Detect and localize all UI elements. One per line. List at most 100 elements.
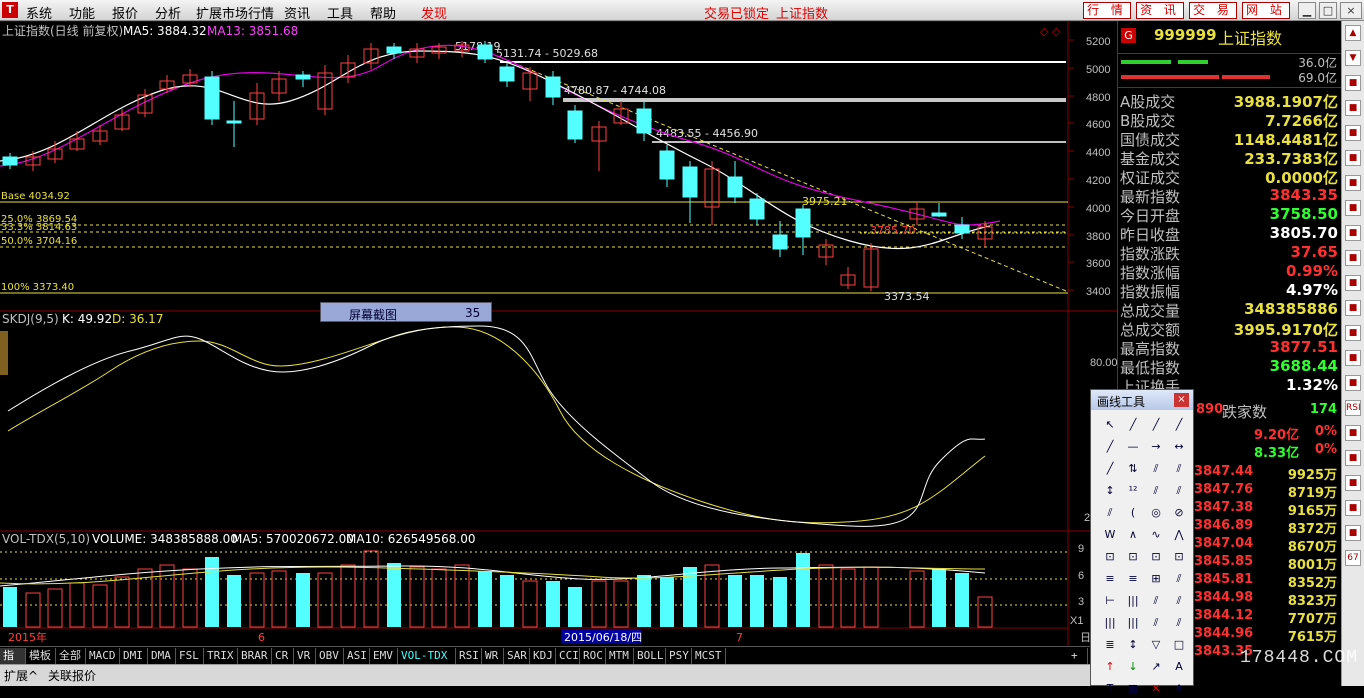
text-icon[interactable]: A xyxy=(1170,658,1188,676)
time-icon[interactable]: ||| xyxy=(1101,614,1119,632)
side-tool-icon[interactable]: ■ xyxy=(1345,525,1361,541)
speed-icon[interactable]: ⫽ xyxy=(1170,460,1188,478)
side-tool-icon[interactable]: ■ xyxy=(1345,125,1361,141)
news-button[interactable]: 资 讯 xyxy=(1136,2,1184,19)
bars-icon[interactable]: ||| xyxy=(1124,592,1142,610)
menu-info[interactable]: 资讯 xyxy=(284,3,310,22)
grid-icon[interactable]: ⊞ xyxy=(1147,570,1165,588)
tab-wr[interactable]: WR xyxy=(482,648,504,664)
circle-icon[interactable]: ◎ xyxy=(1147,504,1165,522)
tab-vr[interactable]: VR xyxy=(294,648,316,664)
parallel-icon[interactable]: ⇅ xyxy=(1124,460,1142,478)
levels-icon[interactable]: ≣ xyxy=(1101,636,1119,654)
tab-boll[interactable]: BOLL xyxy=(634,648,666,664)
tab-trix[interactable]: TRIX xyxy=(204,648,238,664)
extend-icon[interactable]: ↔ xyxy=(1170,438,1188,456)
side-tool-icon[interactable]: ■ xyxy=(1345,225,1361,241)
chart-option-icons[interactable]: ◇ ◇ xyxy=(1040,25,1061,38)
range-icon[interactable]: ↕ xyxy=(1124,636,1142,654)
trend-icon[interactable]: ╱ xyxy=(1101,438,1119,456)
tab-sar[interactable]: SAR xyxy=(504,648,530,664)
tab-roc[interactable]: ROC xyxy=(580,648,606,664)
side-tool-icon[interactable]: ■ xyxy=(1345,375,1361,391)
delete-icon[interactable]: ✕ xyxy=(1147,680,1165,698)
maximize-icon[interactable]: □ xyxy=(1319,2,1337,19)
side-tool-icon[interactable]: ■ xyxy=(1345,175,1361,191)
regression-icon[interactable]: ⫽ xyxy=(1170,592,1188,610)
vline-icon[interactable]: ↕ xyxy=(1101,482,1119,500)
tab-obv[interactable]: OBV xyxy=(316,648,344,664)
menu-analysis[interactable]: 分析 xyxy=(155,3,181,22)
tab-vol-tdx[interactable]: VOL-TDX xyxy=(398,648,456,664)
menu-help[interactable]: 帮助 xyxy=(370,3,396,22)
fan-icon[interactable]: ⫽ xyxy=(1147,460,1165,478)
tab-fsl[interactable]: FSL xyxy=(176,648,204,664)
tab-rsi[interactable]: RSI xyxy=(456,648,482,664)
count-icon[interactable]: ¹² xyxy=(1124,482,1142,500)
down-arrow-icon[interactable]: ↓ xyxy=(1124,658,1142,676)
side-tool-icon[interactable]: ■ xyxy=(1345,450,1361,466)
label-icon[interactable]: T xyxy=(1101,680,1119,698)
side-tool-icon[interactable]: ■ xyxy=(1345,425,1361,441)
wave-icon[interactable]: W xyxy=(1101,526,1119,544)
trade-button[interactable]: 交 易 xyxy=(1189,2,1237,19)
draw-tool-window[interactable]: 画线工具 × ↖ ╱ ╱ ╱ ╱ — → ↔ ╱ ⇅ ⫽ ⫽ ↕ ¹² ⫽ ⫽ ⫽(◎ ⊘ W ∧ ∿ ⋀ ⊡ ⊡ ⊡ ⊡ ≡ ≡ ⊞ ⫽… xyxy=(1090,389,1194,695)
tab-emv[interactable]: EMV xyxy=(370,648,398,664)
tab-模板[interactable]: 模板 xyxy=(26,648,56,664)
side-tool-icon[interactable]: ■ xyxy=(1345,475,1361,491)
period-icon[interactable]: ⊢ xyxy=(1101,592,1119,610)
side-tool-icon[interactable]: ■ xyxy=(1345,500,1361,516)
ga-icon[interactable]: ⊡ xyxy=(1124,548,1142,566)
pointer-icon[interactable]: ↖ xyxy=(1101,416,1119,434)
tab-macd[interactable]: MACD xyxy=(86,648,120,664)
gline-icon[interactable]: ⊡ xyxy=(1170,548,1188,566)
side-tool-icon[interactable]: RSI xyxy=(1345,400,1361,416)
tab-asi[interactable]: ASI xyxy=(344,648,370,664)
pitch-icon[interactable]: ⫽ xyxy=(1147,614,1165,632)
abc-icon[interactable]: ∧ xyxy=(1124,526,1142,544)
fib-ext-icon[interactable]: ≡ xyxy=(1124,570,1142,588)
note-icon[interactable]: ↗ xyxy=(1147,658,1165,676)
menu-ext-market[interactable]: 扩展市场行情 xyxy=(196,3,274,22)
tab-brar[interactable]: BRAR xyxy=(238,648,272,664)
angle-icon[interactable]: ⫽ xyxy=(1101,504,1119,522)
side-tool-icon[interactable]: ■ xyxy=(1345,275,1361,291)
side-tool-icon[interactable]: ■ xyxy=(1345,325,1361,341)
fork-icon[interactable]: ⫽ xyxy=(1170,614,1188,632)
tab-related-quotes[interactable]: 关联报价 xyxy=(48,667,96,684)
tab-extended[interactable]: 扩展^ xyxy=(4,667,38,684)
menu-function[interactable]: 功能 xyxy=(69,3,95,22)
channel-icon[interactable]: ╱ xyxy=(1101,460,1119,478)
hline-icon[interactable]: — xyxy=(1124,438,1142,456)
elliott-icon[interactable]: ∿ xyxy=(1147,526,1165,544)
tab-psy[interactable]: PSY xyxy=(666,648,692,664)
tab-指标[interactable]: 指标 xyxy=(0,648,26,678)
tab-mcst[interactable]: MCST xyxy=(692,648,726,664)
side-tool-icon[interactable]: 67 xyxy=(1345,550,1361,566)
line-icon[interactable]: ╱ xyxy=(1124,416,1142,434)
ray-icon[interactable]: ╱ xyxy=(1147,416,1165,434)
add-tab-button[interactable]: + xyxy=(1068,648,1088,664)
gp-icon[interactable]: ⊡ xyxy=(1101,548,1119,566)
gann-icon[interactable]: ⫽ xyxy=(1147,482,1165,500)
tab-mtm[interactable]: MTM xyxy=(606,648,634,664)
ellipse-icon[interactable]: ⊘ xyxy=(1170,504,1188,522)
side-tool-icon[interactable]: ■ xyxy=(1345,200,1361,216)
fib-fan-icon[interactable]: ⫽ xyxy=(1170,482,1188,500)
side-tool-icon[interactable]: ■ xyxy=(1345,350,1361,366)
arc-icon[interactable]: ( xyxy=(1124,504,1142,522)
tab-cci[interactable]: CCI xyxy=(556,648,580,664)
close-icon[interactable]: × xyxy=(1340,2,1362,19)
tab-全部[interactable]: 全部 xyxy=(56,648,86,664)
side-tool-icon[interactable]: ▲ xyxy=(1345,25,1361,41)
cycle-icon[interactable]: ⫽ xyxy=(1170,570,1188,588)
fill-icon[interactable]: ■ xyxy=(1124,680,1142,698)
side-tool-icon[interactable]: ■ xyxy=(1345,300,1361,316)
rect-channel-icon[interactable]: ⫽ xyxy=(1147,592,1165,610)
menu-system[interactable]: 系统 xyxy=(26,3,52,22)
minimize-icon[interactable]: ▁ xyxy=(1298,2,1316,19)
side-tool-icon[interactable]: ■ xyxy=(1345,150,1361,166)
segment-icon[interactable]: ╱ xyxy=(1170,416,1188,434)
kline-chart[interactable]: 5200 5000 4800 4600 4400 4200 4000 3800 … xyxy=(0,21,1117,646)
side-tool-icon[interactable]: ■ xyxy=(1345,250,1361,266)
